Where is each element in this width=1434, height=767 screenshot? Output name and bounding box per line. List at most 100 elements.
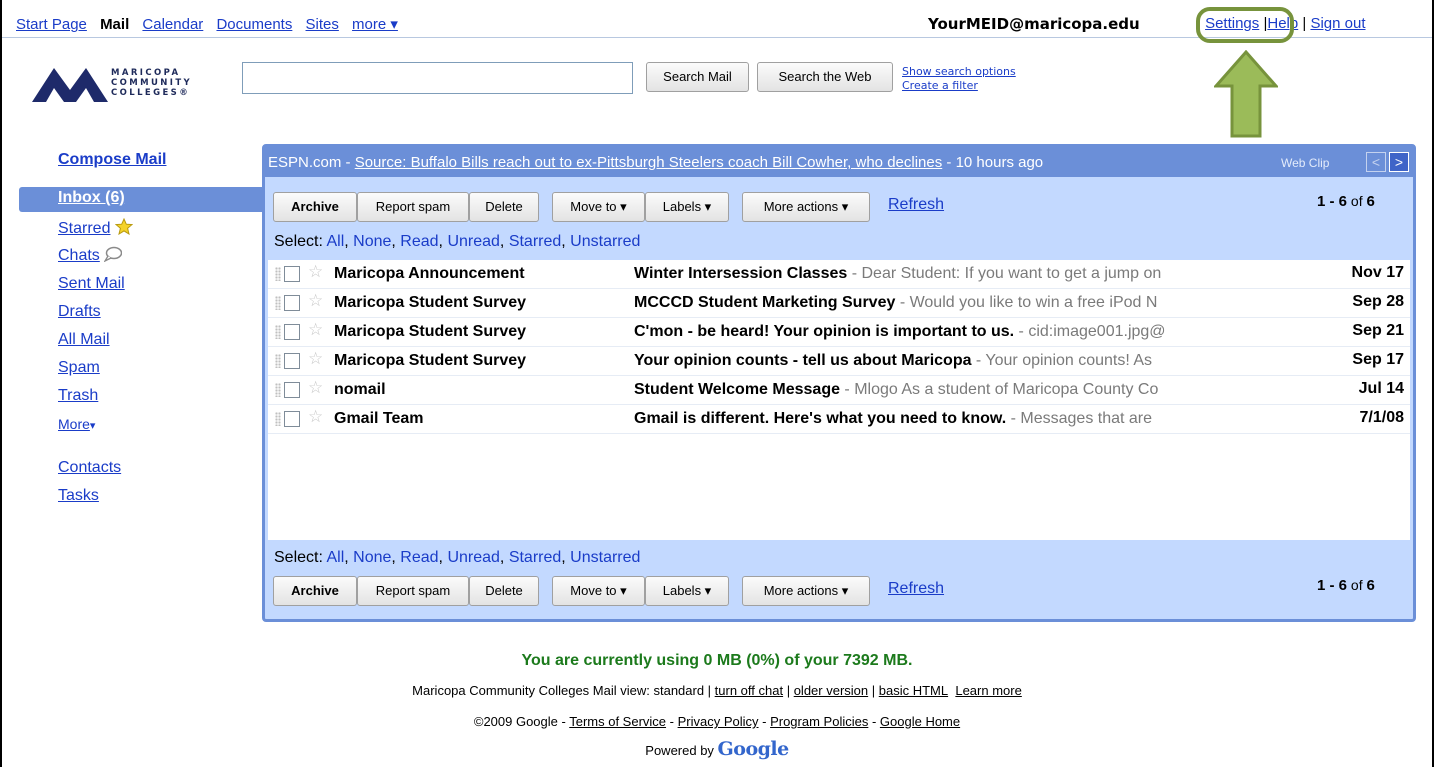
sidebar-item-drafts[interactable]: Drafts xyxy=(58,302,133,330)
web-clip-source[interactable]: ESPN.com xyxy=(268,154,341,171)
star-outline-icon[interactable]: ☆ xyxy=(308,291,323,311)
report-spam-button[interactable]: Report spam xyxy=(357,576,469,606)
message-sender: Maricopa Student Survey xyxy=(334,323,527,340)
select-unstarred-link[interactable]: Unstarred xyxy=(570,233,640,250)
move-to-dropdown[interactable]: Move to ▾ xyxy=(552,576,645,606)
learn-more-link[interactable]: Learn more xyxy=(955,683,1021,698)
sidebar-item-tasks[interactable]: Tasks xyxy=(58,486,133,514)
privacy-policy-link[interactable]: Privacy Policy xyxy=(678,714,759,729)
chevron-right-icon: > xyxy=(1394,154,1404,170)
drag-handle-icon[interactable] xyxy=(275,412,281,426)
more-actions-dropdown[interactable]: More actions ▾ xyxy=(742,192,870,222)
drag-handle-icon[interactable] xyxy=(275,267,281,281)
web-clip-prev-button[interactable]: < xyxy=(1366,152,1386,172)
sidebar-item-chats[interactable]: Chats xyxy=(58,246,133,274)
more-actions-dropdown[interactable]: More actions ▾ xyxy=(742,576,870,606)
nav-more[interactable]: more ▾ xyxy=(352,16,398,33)
older-version-link[interactable]: older version xyxy=(794,683,868,698)
message-checkbox[interactable] xyxy=(284,382,300,398)
star-outline-icon[interactable]: ☆ xyxy=(308,262,323,282)
search-input[interactable] xyxy=(242,62,633,94)
sign-out-link[interactable]: Sign out xyxy=(1310,15,1365,32)
drag-handle-icon[interactable] xyxy=(275,296,281,310)
turn-off-chat-link[interactable]: turn off chat xyxy=(715,683,783,698)
nav-mail[interactable]: Mail xyxy=(100,16,129,33)
delete-button[interactable]: Delete xyxy=(469,576,539,606)
message-checkbox[interactable] xyxy=(284,295,300,311)
table-row[interactable]: ☆ Maricopa Student Survey MCCCD Student … xyxy=(268,289,1410,318)
sidebar-item-trash[interactable]: Trash xyxy=(58,386,133,414)
search-web-button[interactable]: Search the Web xyxy=(757,62,893,92)
move-to-dropdown[interactable]: Move to ▾ xyxy=(552,192,645,222)
sidebar-item-contacts[interactable]: Contacts xyxy=(58,458,133,486)
nav-sites[interactable]: Sites xyxy=(306,16,339,33)
table-row[interactable]: ☆ Gmail Team Gmail is different. Here's … xyxy=(268,405,1410,434)
select-starred-link[interactable]: Starred xyxy=(509,549,561,566)
app-switcher: Start Page Mail Calendar Documents Sites… xyxy=(16,15,407,33)
select-all-link[interactable]: All xyxy=(326,233,344,250)
chevron-down-icon: ▾ xyxy=(89,420,96,432)
account-email: YourMEID@maricopa.edu xyxy=(928,15,1140,33)
message-sender: Maricopa Announcement xyxy=(334,265,525,282)
select-unread-link[interactable]: Unread xyxy=(447,233,499,250)
table-row[interactable]: ☆ Maricopa Announcement Winter Intersess… xyxy=(268,260,1410,289)
refresh-link[interactable]: Refresh xyxy=(888,580,944,598)
web-clip-next-button[interactable]: > xyxy=(1389,152,1409,172)
table-row[interactable]: ☆ nomail Student Welcome Message - Mlogo… xyxy=(268,376,1410,405)
select-starred-link[interactable]: Starred xyxy=(509,233,561,250)
select-links: Select: All, None, Read, Unread, Starred… xyxy=(274,233,641,250)
sidebar-item-more[interactable]: More▾ xyxy=(58,414,133,442)
sidebar-item-inbox[interactable]: Inbox (6) xyxy=(19,187,262,212)
archive-button[interactable]: Archive xyxy=(273,192,357,222)
google-home-link[interactable]: Google Home xyxy=(880,714,960,729)
delete-button[interactable]: Delete xyxy=(469,192,539,222)
drag-handle-icon[interactable] xyxy=(275,325,281,339)
select-all-link[interactable]: All xyxy=(326,549,344,566)
nav-documents[interactable]: Documents xyxy=(216,16,292,33)
star-outline-icon[interactable]: ☆ xyxy=(308,320,323,340)
compose-mail-link[interactable]: Compose Mail xyxy=(58,151,166,169)
star-outline-icon[interactable]: ☆ xyxy=(308,378,323,398)
drag-handle-icon[interactable] xyxy=(275,383,281,397)
message-checkbox[interactable] xyxy=(284,324,300,340)
report-spam-button[interactable]: Report spam xyxy=(357,192,469,222)
message-subject: Winter Intersession Classes - Dear Stude… xyxy=(634,265,1162,282)
table-row[interactable]: ☆ Maricopa Student Survey C'mon - be hea… xyxy=(268,318,1410,347)
program-policies-link[interactable]: Program Policies xyxy=(770,714,868,729)
archive-button[interactable]: Archive xyxy=(273,576,357,606)
sidebar-item-all-mail[interactable]: All Mail xyxy=(58,330,133,358)
nav-calendar[interactable]: Calendar xyxy=(142,16,203,33)
select-none-link[interactable]: None xyxy=(353,233,391,250)
select-read-link[interactable]: Read xyxy=(400,233,438,250)
web-clip-label: Web Clip xyxy=(1281,156,1330,170)
logo-wordmark: MARICOPA COMMUNITY COLLEGES® xyxy=(111,68,193,98)
star-outline-icon[interactable]: ☆ xyxy=(308,407,323,427)
message-date: Sep 21 xyxy=(1352,322,1404,339)
select-unstarred-link[interactable]: Unstarred xyxy=(570,549,640,566)
sidebar-item-label: Inbox (6) xyxy=(58,189,125,206)
labels-dropdown[interactable]: Labels ▾ xyxy=(645,192,729,222)
search-mail-button[interactable]: Search Mail xyxy=(646,62,749,92)
refresh-link[interactable]: Refresh xyxy=(888,196,944,214)
nav-start-page[interactable]: Start Page xyxy=(16,16,87,33)
star-outline-icon[interactable]: ☆ xyxy=(308,349,323,369)
sidebar-item-sent-mail[interactable]: Sent Mail xyxy=(58,274,133,302)
message-sender: Maricopa Student Survey xyxy=(334,294,527,311)
basic-html-link[interactable]: basic HTML xyxy=(879,683,948,698)
create-filter-link[interactable]: Create a filter xyxy=(902,79,1016,93)
drag-handle-icon[interactable] xyxy=(275,354,281,368)
message-checkbox[interactable] xyxy=(284,411,300,427)
sidebar-item-spam[interactable]: Spam xyxy=(58,358,133,386)
labels-dropdown[interactable]: Labels ▾ xyxy=(645,576,729,606)
terms-of-service-link[interactable]: Terms of Service xyxy=(569,714,666,729)
select-none-link[interactable]: None xyxy=(353,549,391,566)
message-checkbox[interactable] xyxy=(284,353,300,369)
select-unread-link[interactable]: Unread xyxy=(447,549,499,566)
sidebar-item-starred[interactable]: Starred xyxy=(58,217,134,246)
show-search-options-link[interactable]: Show search options xyxy=(902,65,1016,79)
web-clip-headline[interactable]: Source: Buffalo Bills reach out to ex-Pi… xyxy=(355,154,943,171)
star-icon xyxy=(114,217,134,236)
select-read-link[interactable]: Read xyxy=(400,549,438,566)
table-row[interactable]: ☆ Maricopa Student Survey Your opinion c… xyxy=(268,347,1410,376)
message-checkbox[interactable] xyxy=(284,266,300,282)
